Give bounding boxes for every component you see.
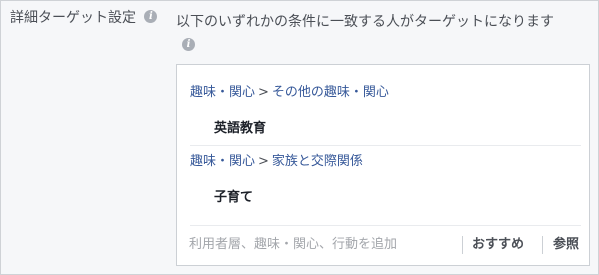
category-breadcrumb: 趣味・関心 > その他の趣味・関心 — [190, 85, 389, 101]
breadcrumb-separator: > — [258, 85, 269, 100]
targeting-item[interactable]: 英語教育 — [214, 121, 266, 137]
targeting-item[interactable]: 子育て — [214, 190, 253, 206]
breadcrumb-category-link[interactable]: 趣味・関心 — [190, 154, 255, 169]
suggestions-button[interactable]: おすすめ — [472, 236, 524, 254]
section-label: 詳細ターゲット設定 — [10, 10, 136, 26]
breadcrumb-category-link[interactable]: 趣味・関心 — [190, 85, 255, 100]
search-row: おすすめ 参照 — [177, 226, 589, 265]
category-breadcrumb: 趣味・関心 > 家族と交際関係 — [190, 154, 363, 170]
targeting-description: 以下のいずれかの条件に一致する人がターゲットになります — [176, 14, 554, 30]
breadcrumb-subcategory-link[interactable]: 家族と交際関係 — [272, 154, 363, 169]
breadcrumb-separator: > — [258, 154, 269, 169]
targeting-search-input[interactable] — [187, 232, 461, 256]
vertical-divider — [462, 236, 463, 254]
vertical-divider — [542, 236, 543, 254]
divider — [190, 145, 581, 146]
targeting-box: 趣味・関心>その他の趣味・関心 英語教育 趣味・関心>家族と交際関係 子育て お… — [176, 64, 590, 266]
info-icon[interactable]: i — [182, 38, 195, 51]
section-label-row: 詳細ターゲット設定 i — [10, 10, 158, 27]
breadcrumb-subcategory-link[interactable]: その他の趣味・関心 — [272, 85, 389, 100]
browse-button[interactable]: 参照 — [553, 236, 579, 254]
info-icon[interactable]: i — [144, 10, 158, 23]
detailed-targeting-panel: 詳細ターゲット設定 i 以下のいずれかの条件に一致する人がターゲットになります … — [0, 0, 599, 275]
